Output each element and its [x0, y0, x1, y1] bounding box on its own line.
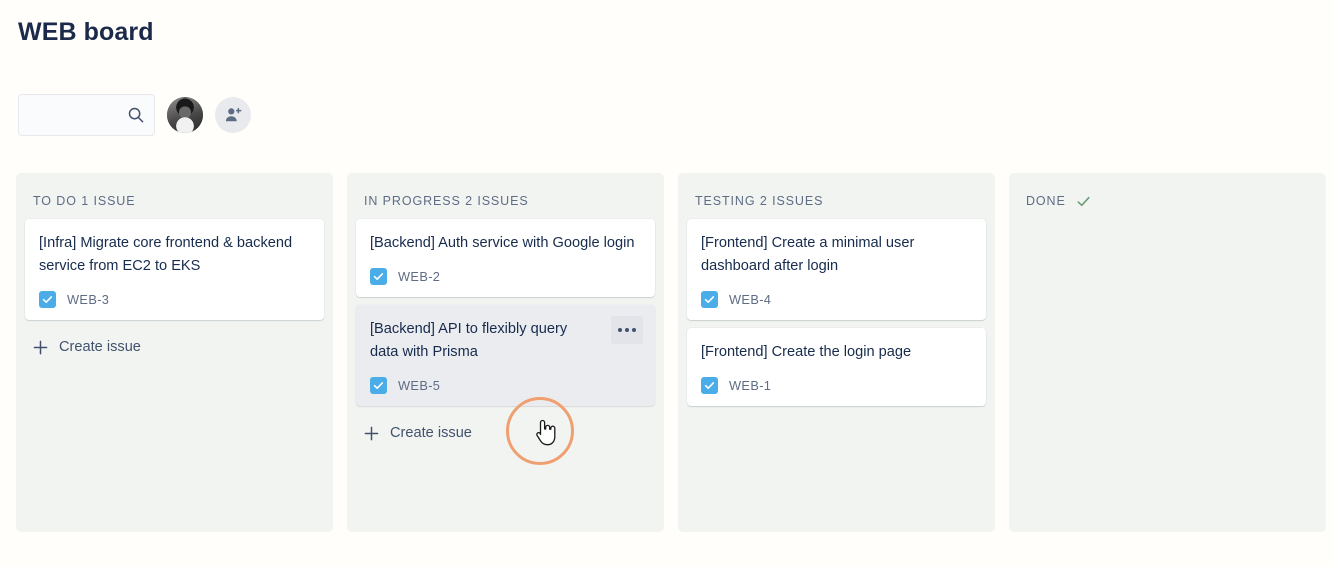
issue-card-title: [Frontend] Create the login page — [701, 344, 912, 360]
issue-card-meta: WEB-4 — [701, 291, 972, 308]
column-header-testing: TESTING 2 ISSUES — [687, 173, 986, 219]
issue-key: WEB-1 — [729, 378, 772, 393]
task-check-icon — [701, 291, 718, 308]
issue-card[interactable]: [Frontend] Create the login page WEB-1 — [687, 328, 986, 406]
column-title: TO DO 1 ISSUE — [33, 194, 136, 208]
issue-card-meta: WEB-2 — [370, 268, 641, 285]
task-check-icon — [370, 268, 387, 285]
issue-card[interactable]: [Backend] API to flexibly query data wit… — [356, 305, 655, 406]
board-toolbar — [18, 94, 251, 136]
create-issue-button[interactable]: Create issue — [25, 328, 324, 365]
column-header-done: DONE — [1018, 173, 1317, 219]
task-check-icon — [39, 291, 56, 308]
column-title: DONE — [1026, 194, 1066, 208]
issue-card[interactable]: [Frontend] Create a minimal user dashboa… — [687, 219, 986, 320]
card-list: [Frontend] Create a minimal user dashboa… — [687, 219, 986, 414]
green-check-icon — [1077, 196, 1090, 206]
column-title: TESTING 2 ISSUES — [695, 194, 824, 208]
create-issue-label: Create issue — [59, 339, 141, 355]
issue-key: WEB-2 — [398, 269, 441, 284]
issue-card[interactable]: [Backend] Auth service with Google login… — [356, 219, 655, 297]
column-header-inprogress: IN PROGRESS 2 ISSUES — [356, 173, 655, 219]
issue-card-title: [Backend] Auth service with Google login — [370, 235, 635, 251]
issue-key: WEB-4 — [729, 292, 772, 307]
plus-icon — [364, 426, 379, 440]
search-box[interactable] — [18, 94, 155, 136]
board-column-inprogress: IN PROGRESS 2 ISSUES [Backend] Auth servi… — [347, 173, 664, 532]
create-issue-label: Create issue — [390, 425, 472, 441]
issue-card-title: [Infra] Migrate core frontend & backend … — [39, 235, 293, 274]
issue-card-title: [Frontend] Create a minimal user dashboa… — [701, 235, 915, 274]
board-column-todo: TO DO 1 ISSUE [Infra] Migrate core fronte… — [16, 173, 333, 532]
add-person-button[interactable] — [215, 97, 251, 133]
kanban-board: TO DO 1 ISSUE [Infra] Migrate core fronte… — [16, 173, 1326, 532]
card-more-actions-button[interactable] — [611, 316, 643, 344]
issue-key: WEB-3 — [67, 292, 110, 307]
avatar-photo — [167, 97, 203, 133]
issue-card-meta: WEB-5 — [370, 377, 641, 394]
board-page: WEB board TO DO 1 ISSUE [Infra] Migrate c… — [0, 0, 1333, 566]
column-header-todo: TO DO 1 ISSUE — [25, 173, 324, 219]
board-column-testing: TESTING 2 ISSUES [Frontend] Create a mini… — [678, 173, 995, 532]
card-list: [Infra] Migrate core frontend & backend … — [25, 219, 324, 328]
task-check-icon — [701, 377, 718, 394]
issue-key: WEB-5 — [398, 378, 441, 393]
column-title: IN PROGRESS 2 ISSUES — [364, 194, 529, 208]
search-input[interactable] — [19, 95, 141, 135]
issue-card-meta: WEB-1 — [701, 377, 972, 394]
issue-card[interactable]: [Infra] Migrate core frontend & backend … — [25, 219, 324, 320]
create-issue-button[interactable]: Create issue — [356, 414, 655, 451]
page-title: WEB board — [18, 18, 154, 46]
board-column-done: DONE — [1009, 173, 1326, 532]
issue-card-title: [Backend] API to flexibly query data wit… — [370, 321, 568, 360]
task-check-icon — [370, 377, 387, 394]
avatar[interactable] — [167, 97, 203, 133]
person-add-icon — [225, 108, 242, 122]
issue-card-meta: WEB-3 — [39, 291, 310, 308]
card-list: [Backend] Auth service with Google login… — [356, 219, 655, 414]
plus-icon — [33, 340, 48, 354]
